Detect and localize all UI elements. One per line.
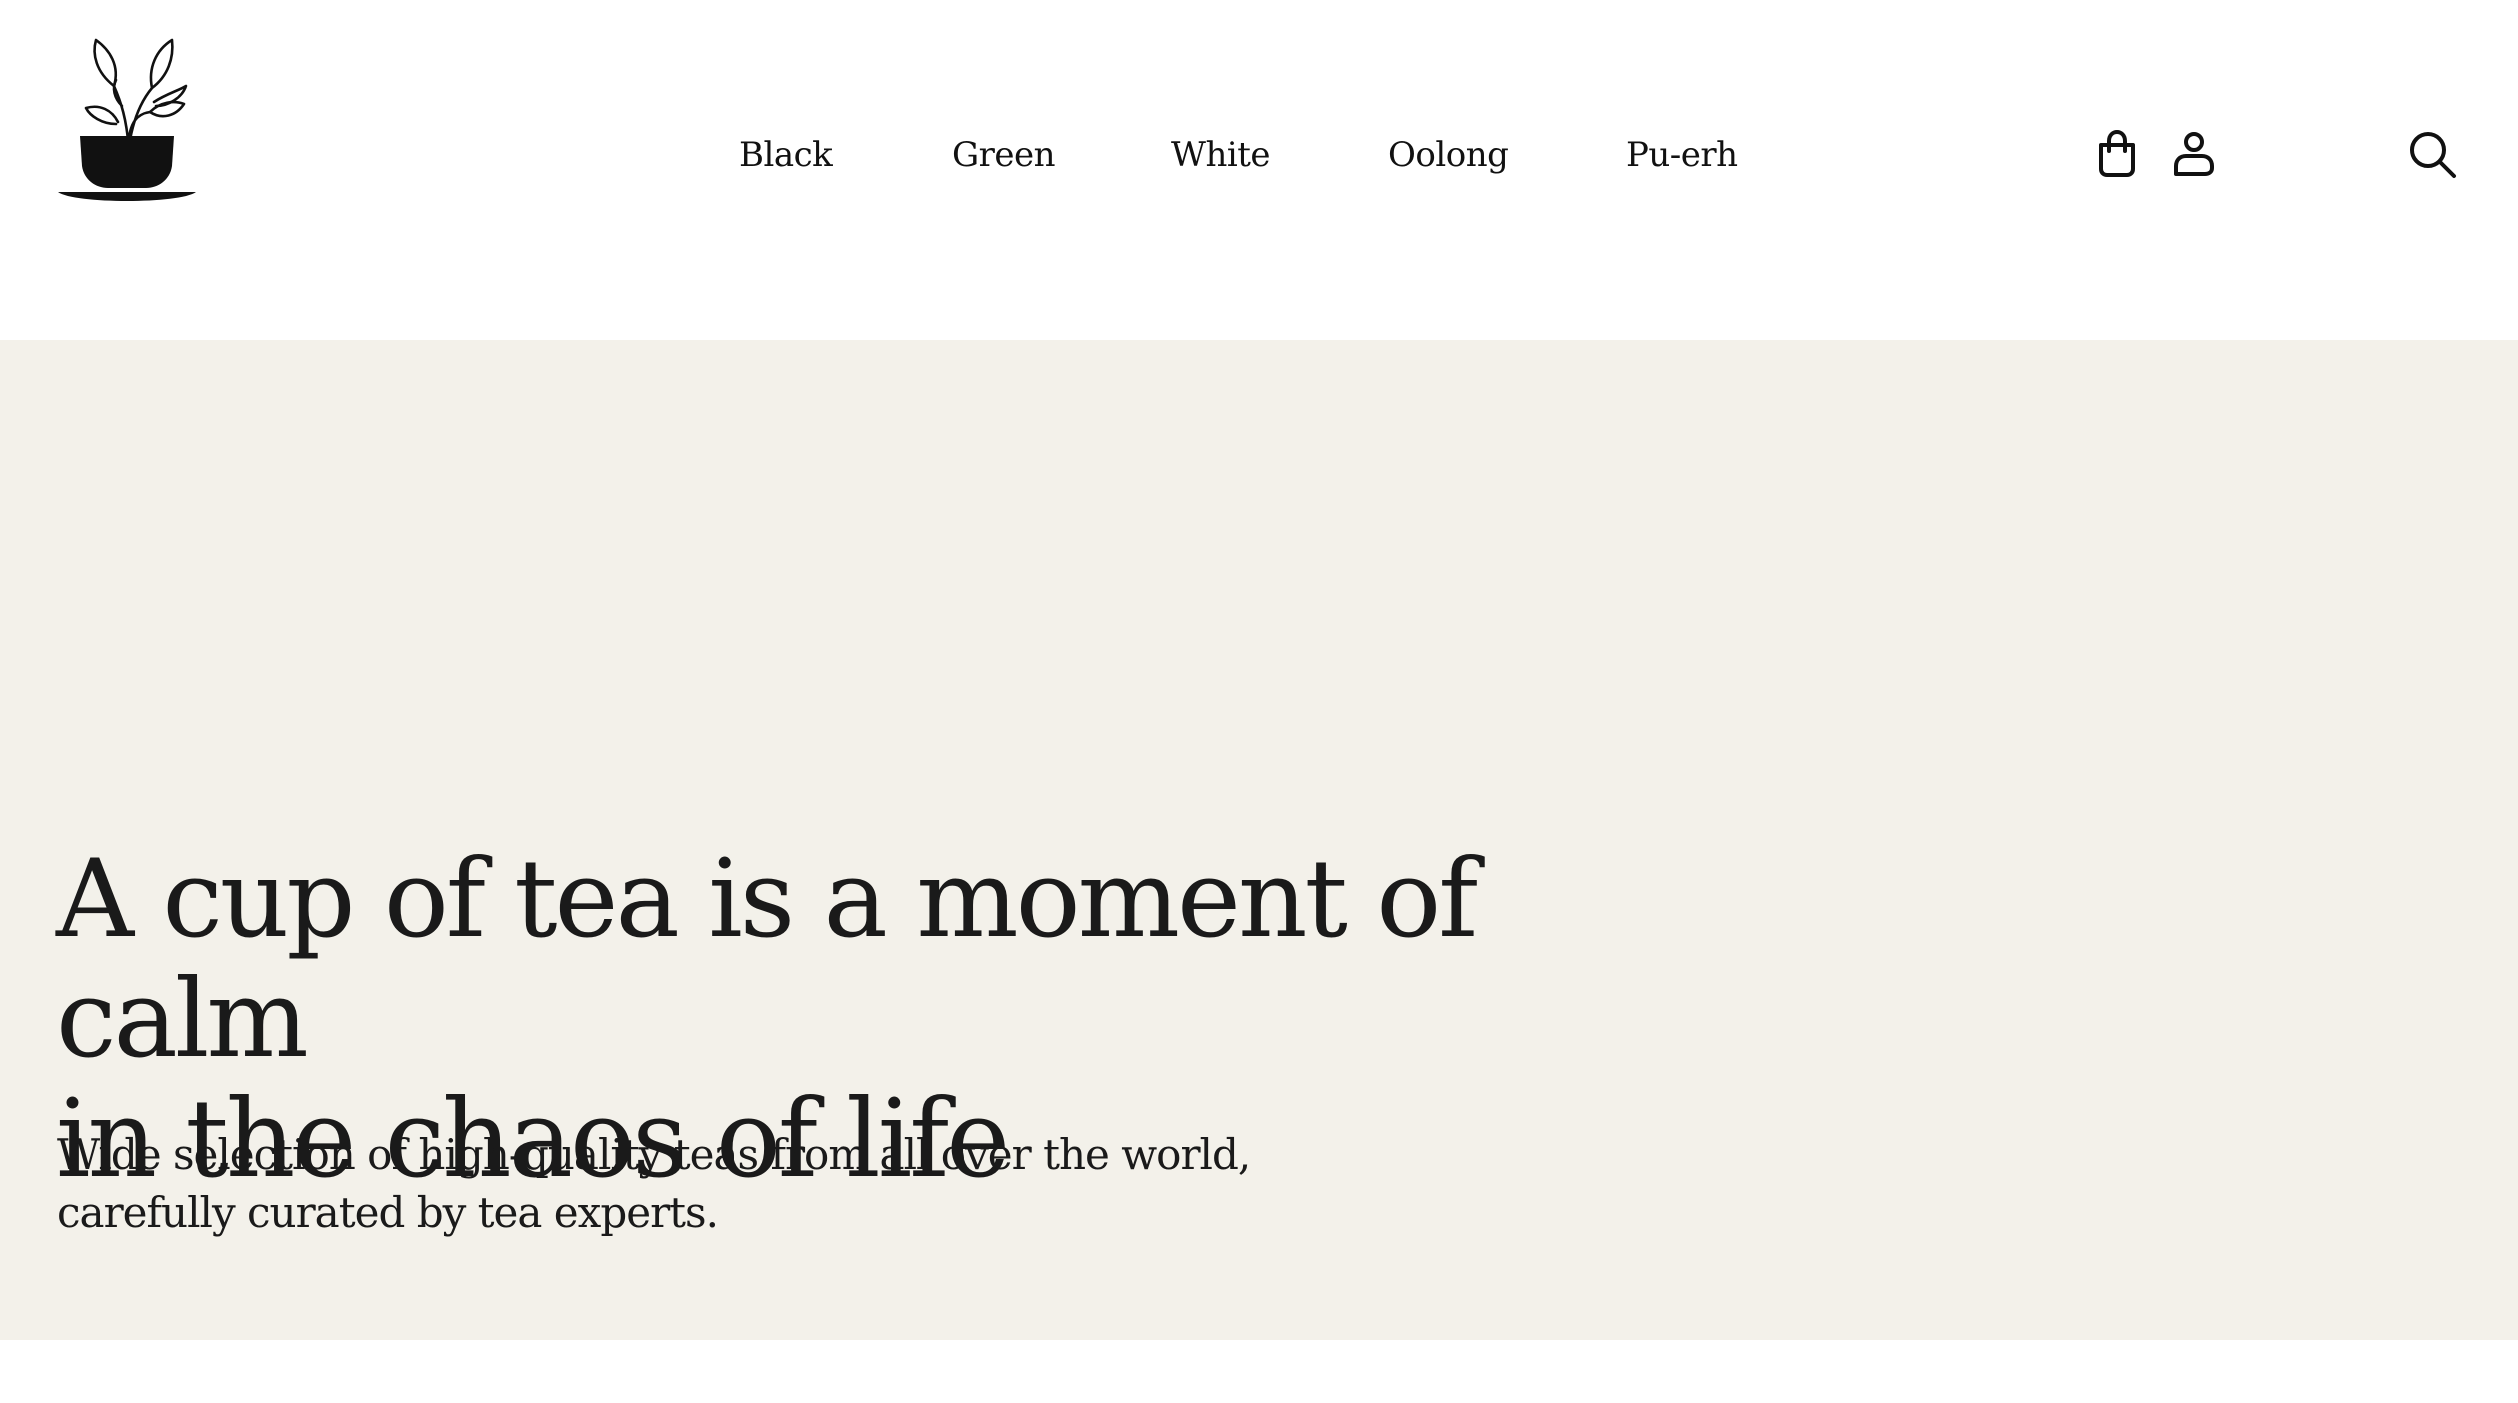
user-icon: [2174, 132, 2214, 176]
cart-button[interactable]: [2090, 128, 2144, 182]
hero-section: A cup of tea is a moment of calm in the …: [0, 340, 2518, 1340]
hero-subtitle-line-2: carefully curated by tea experts.: [57, 1188, 719, 1237]
site-header: Black Green White Oolong Pu-erh: [0, 0, 2518, 340]
shopping-bag-icon: [2099, 129, 2135, 177]
nav-item-pu-erh[interactable]: Pu-erh: [1626, 125, 1738, 185]
search-button[interactable]: [2406, 128, 2460, 182]
hero-title-line-1: A cup of tea is a moment of calm: [56, 837, 1478, 1082]
nav-item-black[interactable]: Black: [739, 125, 833, 185]
nav-item-green[interactable]: Green: [952, 125, 1056, 185]
account-button[interactable]: [2167, 128, 2221, 182]
nav-item-oolong[interactable]: Oolong: [1388, 125, 1509, 185]
hero-subtitle-line-1: Wide selection of high-quality teas from…: [57, 1130, 1251, 1179]
hero-subtitle: Wide selection of high-quality teas from…: [57, 1126, 1257, 1242]
nav-item-white[interactable]: White: [1171, 125, 1271, 185]
search-icon: [2410, 132, 2456, 178]
